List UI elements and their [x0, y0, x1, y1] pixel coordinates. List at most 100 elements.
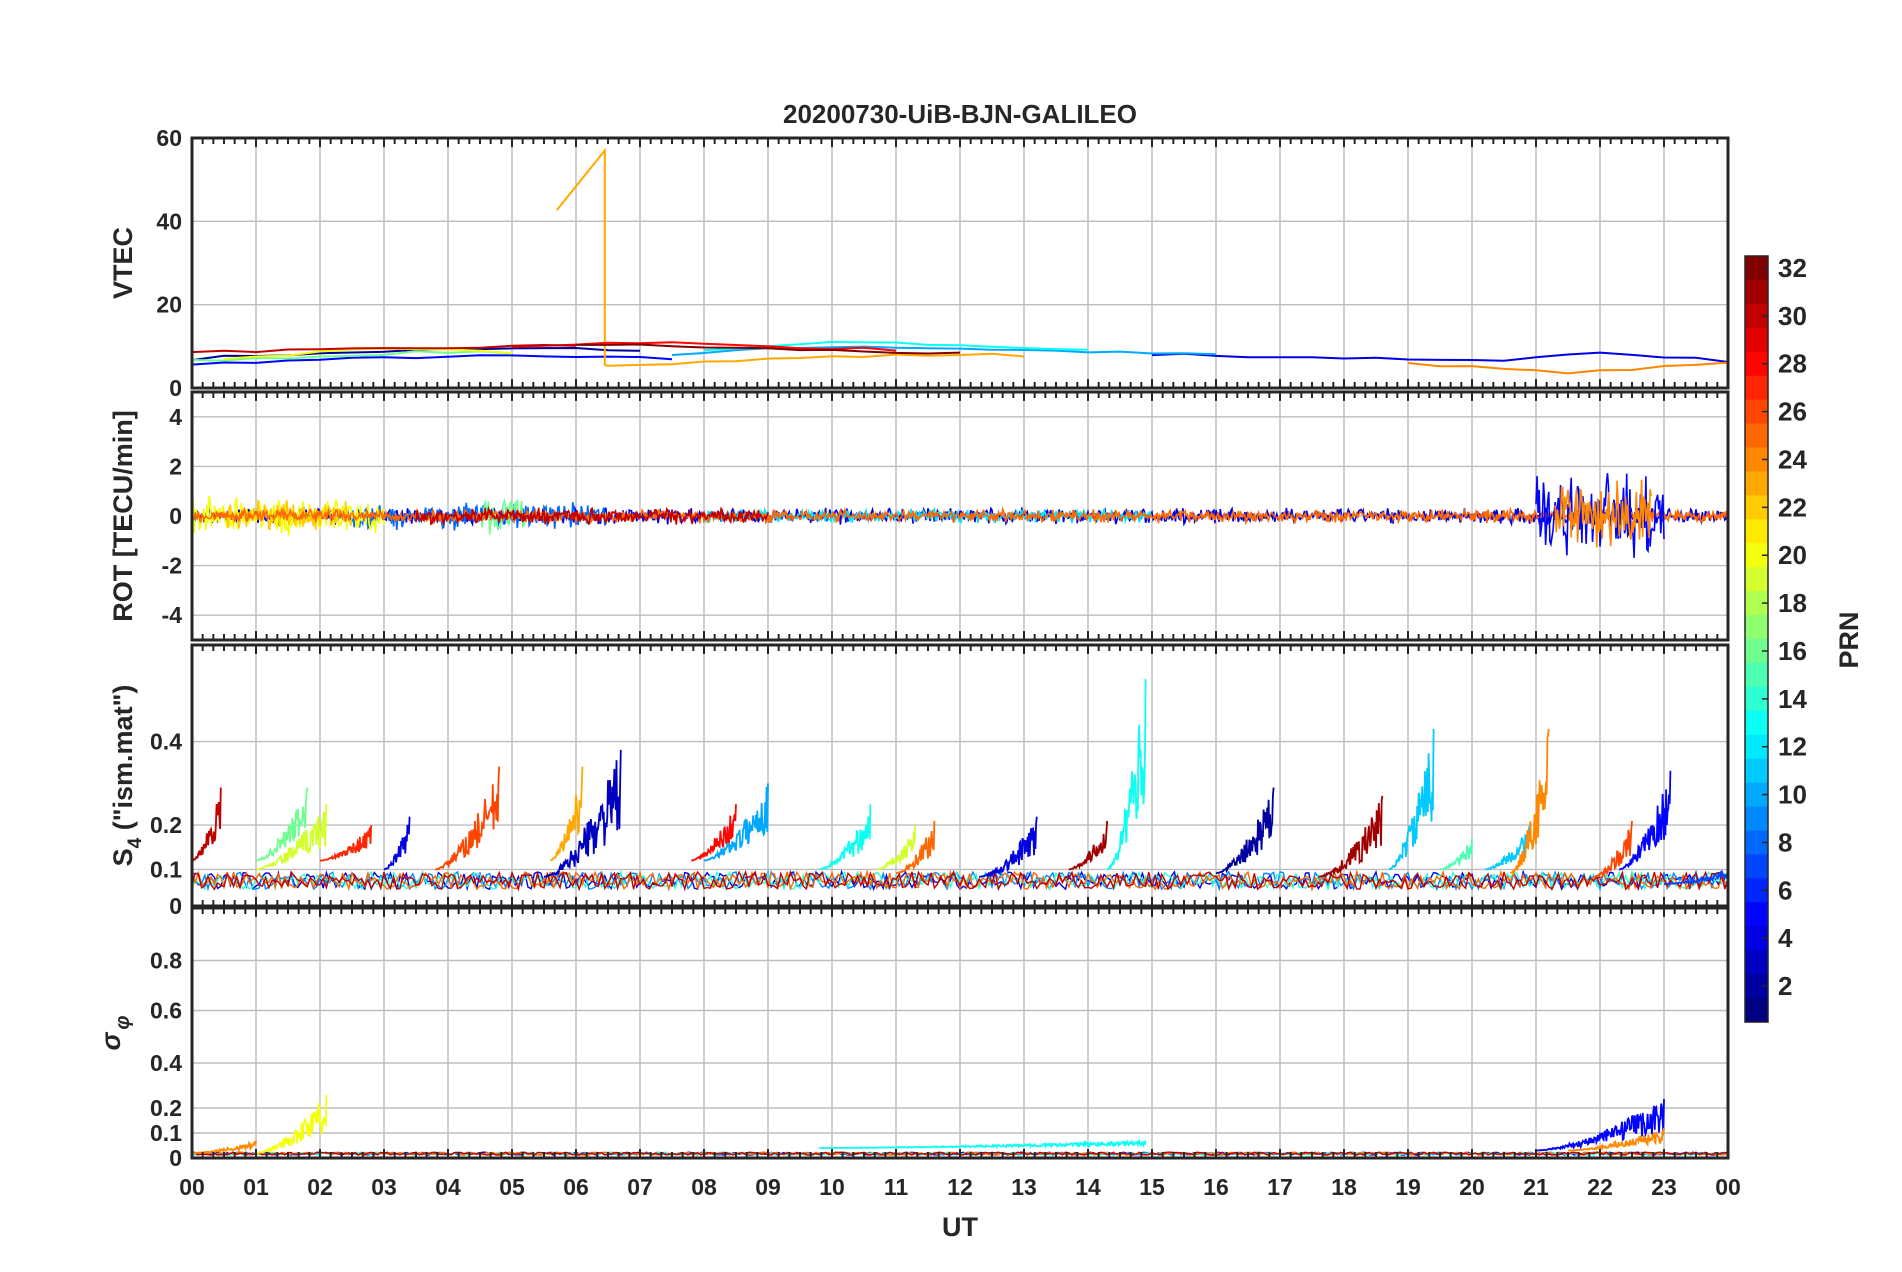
x-tick-label: 07: [627, 1174, 653, 1200]
y-tick-label: -4: [162, 602, 183, 628]
series-line-prn-26: [435, 766, 501, 871]
colorbar-swatch: [1745, 710, 1768, 736]
colorbar-tick-label: 24: [1778, 444, 1807, 474]
figure: 20200730-UiB-BJN-GALILEO 0204060VTEC-4-2…: [96, 99, 1864, 1242]
y-tick-label: 0: [169, 375, 182, 401]
colorbar-swatch: [1745, 375, 1768, 401]
x-tick-label: 10: [819, 1174, 845, 1200]
series-line-prn-23: [550, 766, 584, 862]
colorbar-swatch: [1745, 423, 1768, 449]
x-tick-label: 17: [1267, 1174, 1293, 1200]
y-tick-label: 0.8: [150, 948, 182, 974]
x-tick-label: 02: [307, 1174, 333, 1200]
x-tick-label: 01: [243, 1174, 269, 1200]
y-tick-label: 0.2: [150, 812, 182, 838]
colorbar-tick-label: 20: [1778, 540, 1807, 570]
series-line-prn-13: [819, 1138, 1147, 1150]
x-tick-label: 14: [1075, 1174, 1101, 1200]
colorbar-tick-label: 8: [1778, 827, 1792, 857]
panel-s4: 0 0.1 0.2 0.4S4 ("ism.mat"): [108, 643, 1730, 919]
panel-sigma_phi: 00.10.2 0.4 0.6 0.8 σφ: [96, 906, 1730, 1171]
panels: 0204060VTEC-4-2024ROT [TECU/min]00.10.20…: [96, 125, 1730, 1171]
y-axis-label: ROT [TECU/min]: [108, 410, 138, 621]
colorbar-tick-label: 14: [1778, 684, 1807, 714]
x-tick-label: 13: [1011, 1174, 1037, 1200]
y-tick-label: 40: [156, 208, 182, 234]
y-tick-label: 0.4: [150, 729, 182, 755]
x-axis: 00 01 02 03 04 05 06 07 08 09 10 11 12 13 14 15 16 17 18 19…: [179, 1174, 1741, 1200]
colorbar-tick-label: 10: [1778, 780, 1807, 810]
series-line-prn-31: [1318, 795, 1384, 878]
colorbar-swatch: [1745, 567, 1768, 592]
y-tick-label: 4: [169, 404, 182, 430]
series-line-prn-24: [192, 1140, 257, 1154]
colorbar-tick-label: 28: [1778, 349, 1807, 379]
x-tick-label: 05: [499, 1174, 525, 1200]
y-tick-label: 60: [156, 125, 182, 151]
colorbar-tick-label: 18: [1778, 588, 1807, 618]
colorbar-swatch: [1745, 519, 1768, 544]
series-line-prn-24: [1407, 361, 1728, 375]
x-tick-label: 12: [947, 1174, 973, 1200]
x-tick-label: 16: [1203, 1174, 1229, 1200]
series-line-prn-16: [255, 787, 309, 862]
series-line-prn-13: [819, 804, 872, 871]
x-tick-label: 11: [884, 1174, 909, 1200]
colorbar-tick-label: 26: [1778, 397, 1807, 427]
colorbar-swatch: [1745, 998, 1768, 1023]
y-axis-label: VTEC: [108, 227, 138, 299]
x-tick-label: 08: [691, 1174, 717, 1200]
y-axis-label: σφ: [96, 1016, 134, 1051]
series-line-prn-2: [1216, 787, 1275, 874]
y-tick-label: 0.6: [150, 998, 182, 1024]
panel-rot: -4 -2 0 2 4 ROT [TECU/min]: [108, 390, 1730, 642]
x-tick-label: 18: [1331, 1174, 1357, 1200]
colorbar-label: PRN: [1834, 611, 1864, 668]
colorbar-tick-label: 2: [1778, 971, 1792, 1001]
y-tick-label: 20: [156, 292, 182, 318]
x-tick-label: 21: [1523, 1174, 1549, 1200]
chart-title: 20200730-UiB-BJN-GALILEO: [783, 99, 1137, 129]
x-tick-label: 06: [563, 1174, 589, 1200]
series-line-prn-15: [1439, 838, 1473, 871]
series-line-prn-23: [556, 147, 1025, 367]
colorbar-swatch: [1745, 615, 1768, 640]
colorbar-swatch: [1745, 662, 1768, 688]
colorbar-swatch: [1745, 902, 1768, 927]
colorbar-swatch: [1745, 758, 1768, 784]
colorbar-tick-label: 22: [1778, 492, 1807, 522]
y-tick-label: 0: [169, 893, 182, 919]
x-tick-label: 22: [1587, 1174, 1613, 1200]
y-axis-label: S4 ("ism.mat"): [108, 685, 146, 867]
colorbar-swatch: [1745, 806, 1768, 832]
x-axis-label: UT: [942, 1212, 978, 1242]
y-tick-label: 0: [169, 503, 182, 529]
x-tick-label: 00: [179, 1174, 205, 1200]
series-line-prn-30: [192, 787, 222, 862]
series-line-prn-4: [1151, 351, 1728, 363]
series-line-prn-11: [1484, 824, 1531, 871]
x-tick-label: 20: [1459, 1174, 1485, 1200]
colorbar-tick-label: 4: [1778, 923, 1793, 953]
y-tick-label: -2: [162, 553, 182, 579]
y-tick-label: 0.1: [150, 856, 182, 882]
colorbar-swatch: [1745, 854, 1768, 879]
x-tick-label: 03: [371, 1174, 397, 1200]
y-tick-label: 0: [169, 1145, 182, 1171]
colorbar-swatch: [1745, 327, 1768, 353]
x-tick-label: 09: [755, 1174, 781, 1200]
x-tick-label: 15: [1139, 1174, 1165, 1200]
colorbar-swatch: [1745, 279, 1768, 305]
y-tick-label: 0.1: [150, 1120, 182, 1146]
colorbar-tick-label: 32: [1778, 253, 1807, 283]
colorbar-swatch: [1745, 950, 1768, 975]
colorbar: 2468101214161820222426283032PRN: [1744, 253, 1864, 1023]
y-tick-label: 0.4: [150, 1050, 182, 1076]
series-line-prn-27: [320, 825, 373, 862]
panel-vtec: 0 20 40 60 VTEC: [108, 125, 1730, 401]
colorbar-tick-label: 6: [1778, 875, 1792, 905]
colorbar-tick-label: 16: [1778, 636, 1807, 666]
x-tick-label: 04: [435, 1174, 461, 1200]
x-tick-label: 19: [1395, 1174, 1421, 1200]
series-line-prn-13: [1106, 678, 1147, 871]
